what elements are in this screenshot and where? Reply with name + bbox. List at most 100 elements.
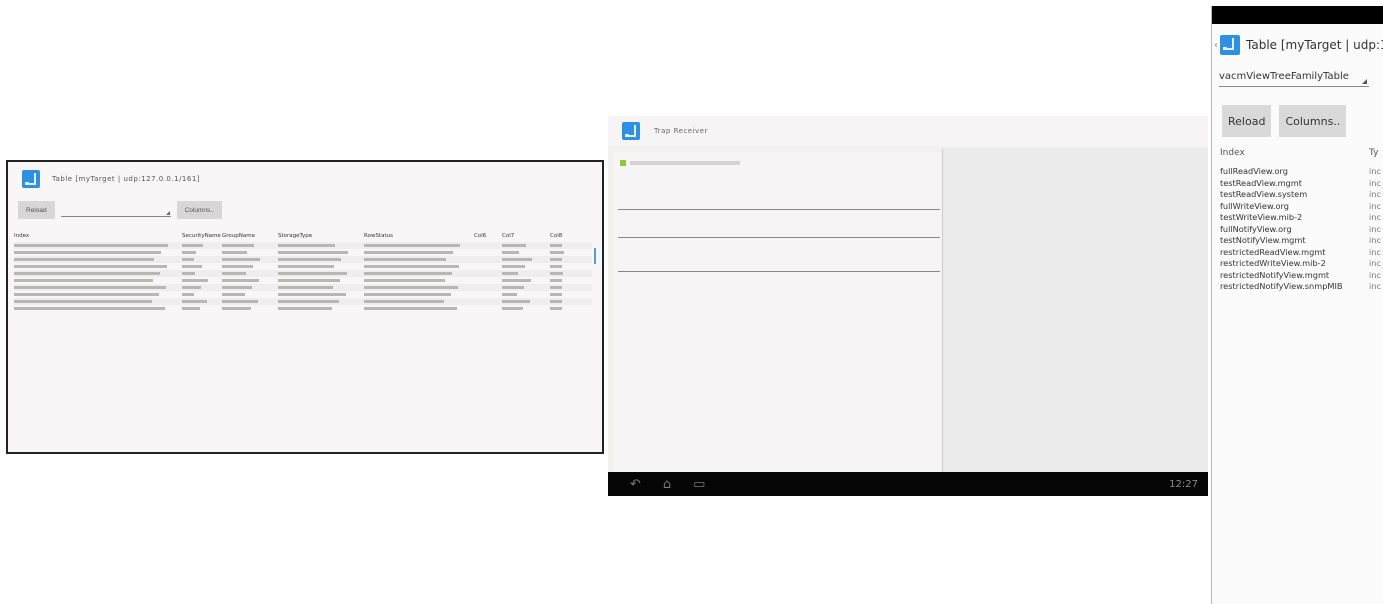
table-cell xyxy=(364,305,474,312)
row-type: inc xyxy=(1369,281,1381,291)
table-cell xyxy=(364,263,474,270)
col-header: RowStatus xyxy=(364,233,393,239)
table-cell xyxy=(222,249,278,256)
table-cell xyxy=(550,249,580,256)
table-cell xyxy=(222,284,278,291)
table-cell xyxy=(222,270,278,277)
col-header: StorageType xyxy=(278,233,313,239)
table-cell xyxy=(14,298,182,305)
col-header: Col8 xyxy=(550,233,563,239)
scrollbar[interactable] xyxy=(594,248,596,264)
tablet-a-reload-button[interactable]: Reload xyxy=(18,201,55,219)
table-row[interactable]: restrictedNotifyView.mgmt inc xyxy=(1220,270,1383,282)
row-type: inc xyxy=(1369,269,1381,280)
columns-button[interactable]: Columns.. xyxy=(1279,105,1347,137)
table-cell xyxy=(364,277,474,284)
table-row[interactable]: fullReadView.org inc xyxy=(1220,166,1383,178)
row-type: inc xyxy=(1369,258,1381,268)
trap-entry[interactable] xyxy=(618,182,940,210)
row-index: fullNotifyView.org xyxy=(1220,223,1292,234)
table-row[interactable] xyxy=(14,305,592,312)
tablet-a-table-select[interactable] xyxy=(60,203,171,217)
phone-screenshot: ‹ Table [myTarget | udp:1 vacmViewTreeFa… xyxy=(1211,6,1383,604)
table-cell xyxy=(474,291,502,298)
table-cell xyxy=(474,270,502,277)
row-index: restrictedNotifyView.mgmt xyxy=(1220,269,1330,280)
table-cell xyxy=(502,249,550,256)
row-type: inc xyxy=(1369,177,1381,188)
table-cell xyxy=(502,298,550,305)
trap-entry[interactable] xyxy=(618,210,940,238)
table-cell xyxy=(182,298,222,305)
app-icon[interactable] xyxy=(1220,35,1240,55)
table-cell xyxy=(278,263,364,270)
table-cell xyxy=(364,256,474,263)
table-row[interactable] xyxy=(14,291,592,298)
tablet-a-title-bar: Table [myTarget | udp:127.0.0.1/161] xyxy=(8,162,602,196)
app-icon xyxy=(22,170,40,188)
tablet-b-title: Trap Receiver xyxy=(654,127,708,135)
table-cell xyxy=(222,298,278,305)
table-select[interactable]: vacmViewTreeFamilyTable xyxy=(1219,69,1369,87)
table-cell xyxy=(278,298,364,305)
table-row[interactable]: restrictedNotifyView.snmpMIB inc xyxy=(1220,281,1383,293)
table-cell xyxy=(222,263,278,270)
col-header: Index xyxy=(14,233,30,239)
table-row[interactable]: testWriteView.mib-2 inc xyxy=(1220,212,1383,224)
table-cell xyxy=(474,256,502,263)
table-cell xyxy=(550,270,580,277)
table-cell xyxy=(550,256,580,263)
table-cell xyxy=(550,284,580,291)
table-cell xyxy=(364,242,474,249)
back-icon[interactable]: ↶ xyxy=(630,477,641,492)
table-cell xyxy=(474,263,502,270)
table-row[interactable]: restrictedWriteView.mib-2 inc xyxy=(1220,258,1383,270)
table-row[interactable] xyxy=(14,242,592,249)
table-cell xyxy=(278,291,364,298)
table-cell xyxy=(182,277,222,284)
table-cell xyxy=(278,277,364,284)
trap-entry[interactable] xyxy=(618,238,940,272)
table-cell xyxy=(182,249,222,256)
table-cell xyxy=(222,242,278,249)
home-icon[interactable]: ⌂ xyxy=(663,477,671,492)
table-cell xyxy=(502,256,550,263)
table-row[interactable]: testReadView.system inc xyxy=(1220,189,1383,201)
recents-icon[interactable]: ▭ xyxy=(693,477,705,492)
row-index: testReadView.mgmt xyxy=(1220,177,1302,188)
tablet-a-rows xyxy=(14,242,592,312)
table-row[interactable] xyxy=(14,249,592,256)
table-cell xyxy=(550,263,580,270)
table-cell xyxy=(222,277,278,284)
table-row[interactable]: fullWriteView.org inc xyxy=(1220,201,1383,213)
table-row[interactable] xyxy=(14,284,592,291)
table-cell xyxy=(364,291,474,298)
table-row[interactable]: restrictedReadView.mgmt inc xyxy=(1220,247,1383,259)
row-type: inc xyxy=(1369,166,1381,176)
phone-button-row: Reload Columns.. xyxy=(1222,105,1347,137)
table-row[interactable] xyxy=(14,298,592,305)
table-row[interactable] xyxy=(14,263,592,270)
reload-button[interactable]: Reload xyxy=(1222,105,1272,137)
up-chevron-icon[interactable]: ‹ xyxy=(1214,40,1218,51)
phone-action-bar: ‹ Table [myTarget | udp:1 xyxy=(1212,30,1383,60)
table-cell xyxy=(14,242,182,249)
table-row[interactable]: testNotifyView.mgmt inc xyxy=(1220,235,1383,247)
table-cell xyxy=(278,284,364,291)
table-cell xyxy=(502,277,550,284)
table-row[interactable] xyxy=(14,256,592,263)
table-cell xyxy=(182,305,222,312)
table-cell xyxy=(550,298,580,305)
table-row[interactable] xyxy=(14,277,592,284)
table-cell xyxy=(502,263,550,270)
table-cell xyxy=(14,291,182,298)
col-header: Col7 xyxy=(502,233,515,239)
table-cell xyxy=(14,249,182,256)
table-row[interactable]: fullNotifyView.org inc xyxy=(1220,224,1383,236)
tablet-a-columns-button[interactable]: Columns.. xyxy=(176,201,222,219)
col-header: GroupName xyxy=(222,233,255,239)
table-row[interactable] xyxy=(14,270,592,277)
table-cell xyxy=(14,284,182,291)
app-icon xyxy=(622,122,640,140)
table-row[interactable]: testReadView.mgmt inc xyxy=(1220,178,1383,190)
